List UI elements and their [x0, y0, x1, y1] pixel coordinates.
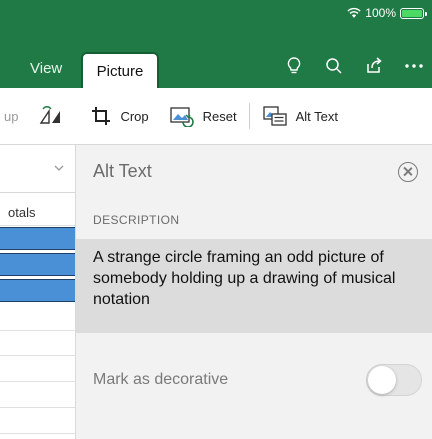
alt-text-label: Alt Text [295, 108, 339, 124]
column-header: otals [8, 205, 36, 220]
crop-label: Crop [120, 108, 149, 124]
grid-line [0, 381, 75, 382]
close-icon[interactable] [398, 162, 418, 182]
description-field[interactable]: A strange circle framing an odd picture … [76, 239, 432, 333]
chevron-down-icon [54, 165, 64, 171]
reset-picture-icon [170, 107, 194, 127]
alt-text-icon [262, 106, 287, 126]
group-button[interactable]: up [4, 109, 18, 124]
decorative-label: Mark as decorative [93, 371, 229, 388]
tab-picture[interactable]: Picture [81, 52, 159, 88]
app-window: 100% View Picture up Crop Reset Alt Text… [0, 0, 432, 439]
share-icon[interactable] [364, 56, 384, 76]
battery-percent: 100% [365, 6, 396, 20]
tab-view[interactable]: View [30, 60, 62, 77]
sheet-dropdown[interactable] [0, 145, 75, 193]
grid-line [0, 407, 75, 408]
decorative-row: Mark as decorative [76, 361, 432, 401]
group-label: up [4, 108, 19, 124]
alt-text-panel: Alt Text DESCRIPTION A strange circle fr… [76, 145, 432, 439]
arrange-button[interactable] [38, 105, 66, 127]
crop-button[interactable]: Crop [90, 105, 149, 127]
selected-cell[interactable] [0, 227, 75, 250]
search-icon[interactable] [324, 56, 344, 76]
reset-label: Reset [202, 108, 237, 124]
grid-line [0, 355, 75, 356]
battery-icon [400, 7, 427, 19]
toggle-knob [368, 366, 396, 394]
crop-icon [92, 107, 111, 125]
selected-cell[interactable] [0, 253, 75, 276]
grid-line [0, 225, 75, 226]
decorative-toggle[interactable] [366, 364, 422, 396]
toolbar-divider [248, 103, 250, 129]
status-bar: 100% [347, 4, 427, 22]
selected-cell[interactable] [0, 279, 75, 302]
grid-line [0, 330, 75, 331]
more-icon[interactable] [404, 56, 424, 76]
header-actions [284, 56, 424, 76]
description-header: DESCRIPTION [93, 213, 180, 227]
picture-toolbar: up Crop Reset Alt Text [0, 88, 432, 145]
worksheet-area[interactable]: otals [0, 145, 76, 439]
arrange-icon [40, 106, 61, 124]
wifi-icon [347, 7, 361, 18]
alt-text-button[interactable]: Alt Text [262, 105, 338, 127]
grid-line [0, 433, 75, 434]
ribbon-header: 100% View Picture [0, 0, 432, 88]
lightbulb-icon[interactable] [284, 56, 304, 76]
panel-title: Alt Text [93, 161, 152, 181]
reset-button[interactable]: Reset [169, 105, 237, 127]
